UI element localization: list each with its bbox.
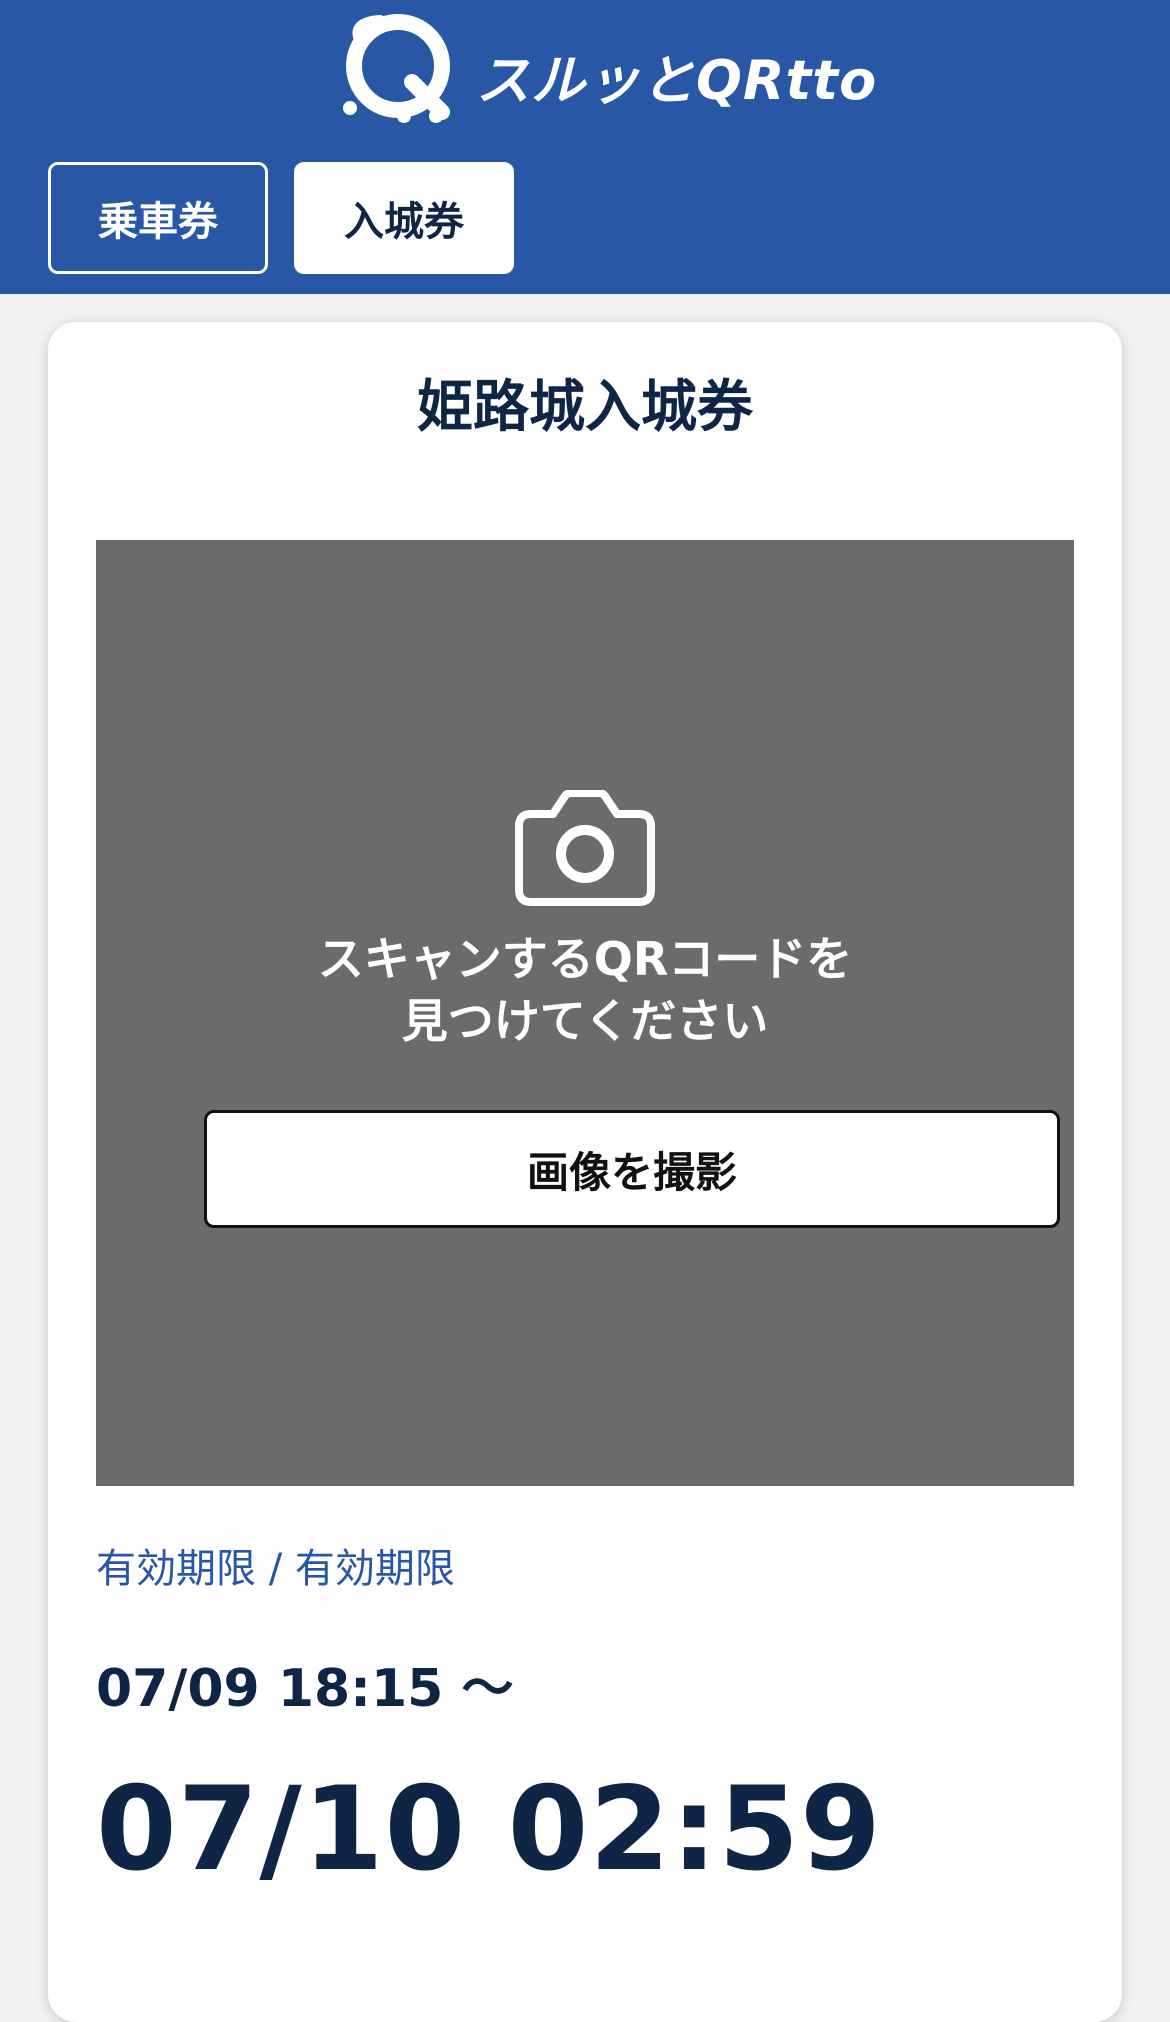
app-logo: スルッとQRtto [320,12,876,124]
tab-castle-ticket[interactable]: 入城券 [294,162,514,274]
take-photo-button[interactable]: 画像を撮影 [204,1110,1060,1228]
valid-from: 07/09 18:15 〜 [96,1659,514,1719]
valid-until: 07/10 02:59 [96,1762,882,1897]
tab-ride-ticket[interactable]: 乗車券 [48,162,268,274]
scan-instruction: スキャンするQRコードを 見つけてください [317,932,853,1048]
app-header: スルッとQRtto 乗車券 入城券 [0,0,1170,294]
qrtto-logo-icon [343,14,450,123]
validity-label: 有効期限 / 有効期限 [96,1546,455,1592]
ticket-title: 姫路城入城券 [417,375,753,440]
camera-icon [515,790,655,906]
ticket-card: 姫路城入城券 スキャンするQRコードを 見つけてください 画像を撮影 有効期限 … [48,322,1122,2022]
logo-text: スルッとQRtto [476,49,878,112]
qr-scanner-area[interactable]: スキャンするQRコードを 見つけてください 画像を撮影 [96,540,1074,1486]
